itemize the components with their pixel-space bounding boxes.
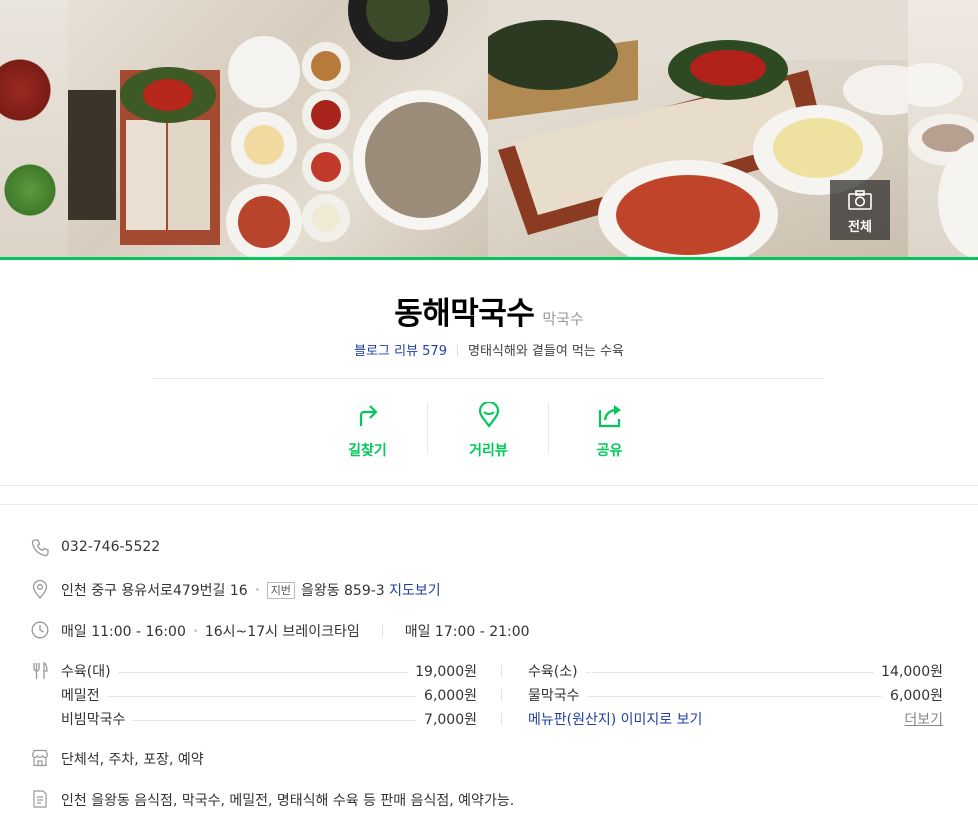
menu-item-price: 6,000원 [424, 688, 477, 704]
leader-dots [133, 719, 417, 721]
more-menu-link[interactable]: 더보기 [904, 709, 943, 729]
place-subtitle-row: 블로그 리뷰 579 명태식해와 곁들여 먹는 수육 [0, 340, 978, 359]
menu-item: 비빔막국수 7,000원 [61, 709, 477, 729]
separator [501, 689, 502, 701]
photo-thumbnail[interactable] [68, 0, 488, 257]
photo-gallery[interactable]: 전체 [0, 0, 978, 257]
food-photo-image [68, 0, 488, 257]
hours-lunch: 매일 11:00 - 16:00 [61, 624, 186, 640]
menu-item-price: 19,000원 [415, 664, 477, 680]
menu-item-name: 수육(대) [61, 664, 111, 680]
separator-dot [255, 588, 259, 591]
directions-label: 길찾기 [348, 443, 387, 459]
menu-item-name: 물막국수 [528, 688, 580, 704]
menu-item: 수육(대) 19,000원 [61, 661, 477, 681]
place-description: 명태식해와 곁들여 먹는 수육 [467, 344, 624, 359]
intro-text: 인천 을왕동 음식점, 막국수, 메밀전, 명태식해 수육 등 판매 음식점, … [61, 793, 515, 809]
location-pin-icon [32, 579, 48, 599]
separator [501, 713, 502, 725]
menu-item-price: 6,000원 [890, 688, 943, 704]
camera-icon [848, 190, 872, 210]
menu-item: 메밀전 6,000원 [61, 685, 477, 705]
leader-dots [107, 695, 417, 697]
menu-item: 물막국수 6,000원 [528, 685, 943, 705]
place-title-row: 동해막국수 막국수 [0, 288, 978, 333]
place-category: 막국수 [542, 310, 584, 328]
menu-image-link[interactable]: 메뉴판(원산지) 이미지로 보기 [528, 709, 702, 729]
street-view-icon [478, 402, 500, 428]
leader-dots [585, 671, 874, 673]
menu-list: 수육(대) 19,000원 수육(소) 14,000원 메밀전 6,000원 물막국수… [61, 661, 943, 736]
break-time: 16시~17시 브레이크타임 [204, 624, 360, 640]
clock-icon [31, 621, 49, 639]
share-label: 공유 [596, 443, 623, 459]
menu-item-price: 7,000원 [424, 712, 477, 728]
street-view-label: 거리뷰 [469, 443, 508, 459]
street-view-button[interactable]: 거리뷰 [428, 398, 549, 459]
divider [152, 378, 824, 379]
leader-dots [587, 695, 883, 697]
accent-divider [0, 257, 978, 260]
jibun-address: 을왕동 859-3 [300, 583, 385, 599]
food-photo-image [908, 63, 978, 257]
menu-item-price: 14,000원 [881, 664, 943, 680]
menu-item-name: 수육(소) [528, 664, 578, 680]
menu-links: 메뉴판(원산지) 이미지로 보기 더보기 [528, 709, 943, 729]
separator-dot [193, 629, 197, 632]
separator [381, 625, 383, 637]
view-all-photos-button[interactable]: 전체 [830, 180, 890, 240]
share-icon [598, 405, 621, 428]
photo-thumbnail[interactable] [908, 0, 978, 257]
menu-item: 수육(소) 14,000원 [528, 661, 943, 681]
action-bar: 길찾기 거리뷰 공유 [307, 398, 670, 459]
leader-dots [118, 671, 408, 673]
road-address: 인천 중구 용유서로479번길 16 [61, 583, 248, 599]
blog-review-link[interactable]: 블로그 리뷰 579 [354, 344, 447, 359]
menu-item-name: 메밀전 [61, 688, 100, 704]
jibun-tag: 지번 [266, 582, 295, 599]
separator [456, 345, 458, 356]
store-icon [31, 749, 49, 767]
separator [501, 665, 502, 677]
directions-button[interactable]: 길찾기 [307, 398, 428, 459]
view-all-label: 전체 [848, 220, 872, 235]
menu-item-name: 비빔막국수 [61, 712, 126, 728]
phone-number[interactable]: 032-746-5522 [61, 539, 160, 555]
map-view-link[interactable]: 지도보기 [389, 583, 441, 599]
document-icon [33, 790, 47, 808]
section-divider [0, 485, 978, 505]
directions-icon [359, 405, 378, 426]
photo-thumbnail[interactable] [0, 0, 68, 257]
phone-icon [31, 539, 49, 557]
hours-dinner: 매일 17:00 - 21:00 [404, 624, 530, 640]
place-name: 동해막국수 [394, 296, 535, 332]
share-button[interactable]: 공유 [549, 398, 670, 459]
facilities-text: 단체석, 주차, 포장, 예약 [61, 752, 204, 768]
utensils-icon [33, 662, 48, 679]
